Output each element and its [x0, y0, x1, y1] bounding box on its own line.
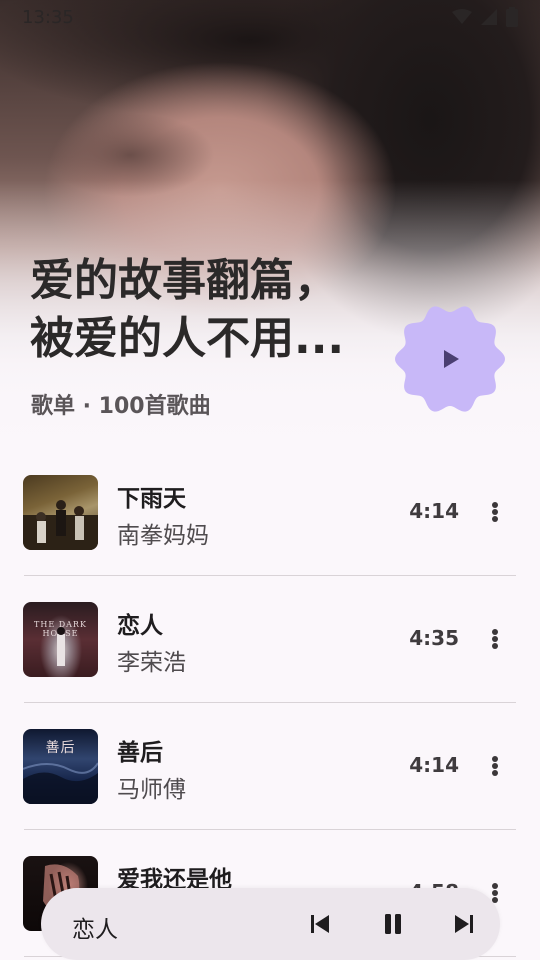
song-title: 下雨天 — [117, 486, 186, 512]
song-artist: 李荣浩 — [117, 650, 186, 676]
scalloped-button-shape — [395, 306, 505, 412]
album-cover: 善后 — [23, 729, 98, 804]
song-title: 善后 — [117, 740, 163, 766]
skip-next-icon[interactable] — [450, 910, 478, 938]
song-artist: 马师傅 — [117, 777, 186, 803]
more-options-icon[interactable] — [483, 750, 507, 782]
song-row[interactable]: 下雨天 南拳妈妈 4:14 — [0, 449, 540, 576]
album-cover: THE DARK HORSE — [23, 602, 98, 677]
playlist-subtitle: 歌单 · 100首歌曲 — [31, 394, 211, 419]
song-duration: 4:14 — [409, 499, 459, 523]
pause-icon[interactable] — [379, 910, 407, 938]
mini-player[interactable]: 恋人 — [41, 888, 500, 960]
signal-icon — [481, 9, 497, 25]
more-options-icon[interactable] — [483, 623, 507, 655]
song-duration: 4:35 — [409, 626, 459, 650]
more-options-icon[interactable] — [483, 496, 507, 528]
status-bar: 13:35 — [0, 0, 540, 34]
song-row[interactable]: THE DARK HORSE 恋人 李荣浩 4:35 — [0, 576, 540, 703]
song-duration: 4:14 — [409, 753, 459, 777]
song-artist: 南拳妈妈 — [117, 523, 209, 549]
wifi-icon — [452, 9, 472, 24]
play-all-button[interactable] — [393, 302, 507, 416]
battery-icon — [506, 7, 518, 27]
album-cover — [23, 475, 98, 550]
song-row[interactable]: 善后 善后 马师傅 4:14 — [0, 703, 540, 830]
status-time: 13:35 — [22, 6, 74, 28]
mini-player-title: 恋人 — [72, 917, 118, 943]
skip-previous-icon[interactable] — [306, 910, 334, 938]
song-title: 恋人 — [117, 613, 163, 639]
song-list: 下雨天 南拳妈妈 4:14 THE DARK HORSE 恋人 李荣浩 4:35… — [0, 449, 540, 957]
playlist-title: 爱的故事翻篇，被爱的人不用... — [30, 255, 345, 364]
